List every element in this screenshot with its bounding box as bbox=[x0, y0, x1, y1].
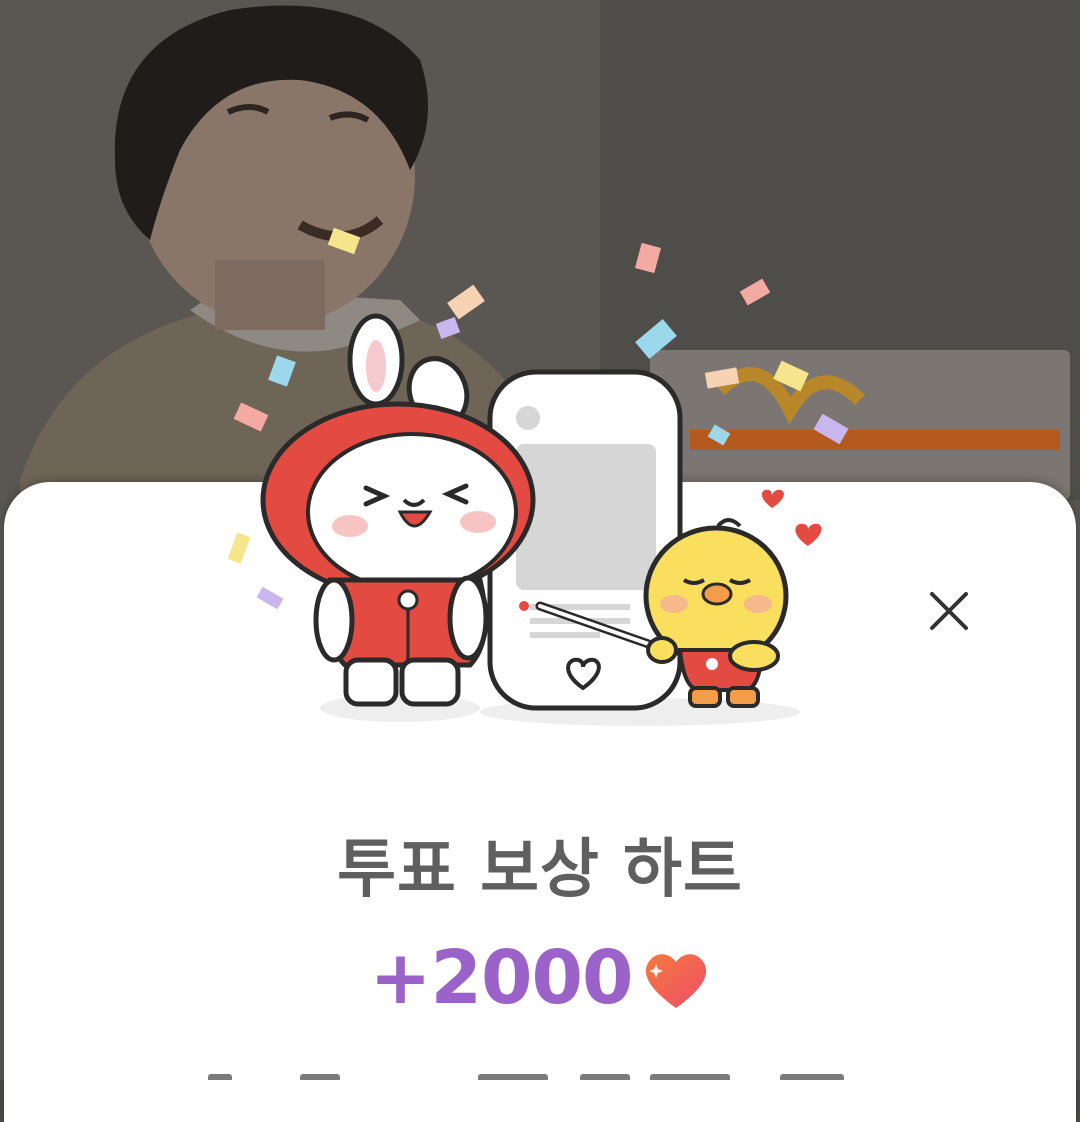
modal-title: 투표 보상 하트 bbox=[337, 833, 743, 907]
heart-icon bbox=[646, 954, 707, 1008]
close-icon bbox=[930, 592, 968, 630]
cut-off-description bbox=[0, 1064, 1080, 1080]
reward-modal-sheet bbox=[4, 482, 1076, 1122]
reward-amount: +2000 bbox=[369, 935, 634, 1021]
close-button[interactable] bbox=[918, 580, 980, 642]
reward-row: +2000 bbox=[0, 935, 1080, 1021]
